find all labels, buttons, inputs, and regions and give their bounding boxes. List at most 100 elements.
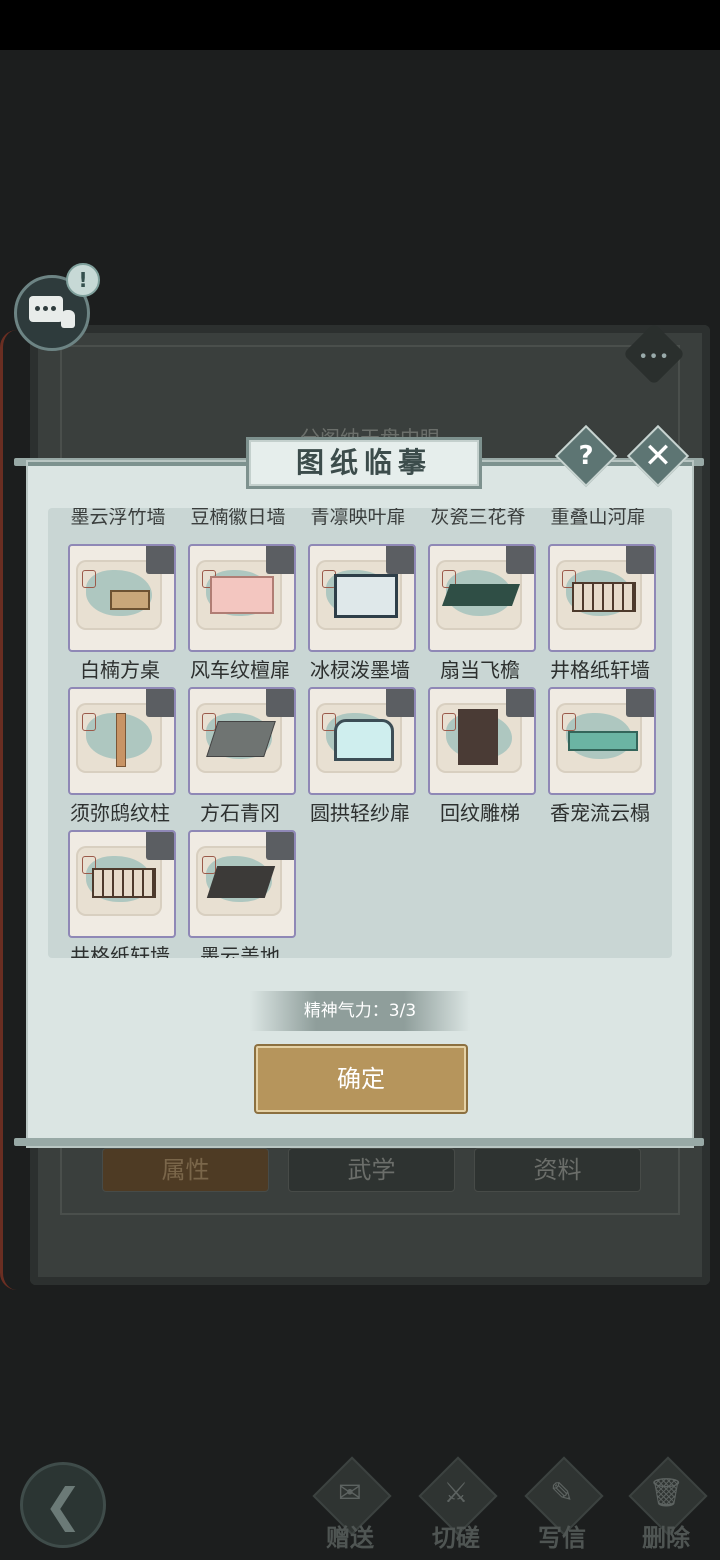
crossed-swords-icon: ⚔: [443, 1476, 469, 1509]
seal-stamp-icon: [442, 713, 456, 731]
seal-stamp-icon: [82, 713, 96, 731]
blueprint-card[interactable]: [428, 687, 536, 795]
card-corner-badge: [266, 546, 294, 574]
seal-stamp-icon: [202, 856, 216, 874]
blueprint-item-name: 回纹雕梯: [440, 801, 520, 825]
blueprint-item[interactable]: 井格纸轩墙: [548, 544, 656, 683]
flying-eave-roof-icon: [441, 584, 521, 606]
blueprint-card[interactable]: [308, 544, 416, 652]
blueprint-card[interactable]: [548, 687, 656, 795]
card-corner-badge: [266, 832, 294, 860]
blueprint-card[interactable]: [188, 544, 296, 652]
blueprint-item-name: 扇当飞檐: [440, 658, 520, 682]
gift-button[interactable]: ✉ 赠送: [306, 1456, 394, 1552]
blueprint-item[interactable]: 须弥鸱纹柱: [68, 687, 176, 826]
delete-label: 删除: [642, 1524, 690, 1552]
seal-stamp-icon: [562, 713, 576, 731]
card-corner-badge: [506, 546, 534, 574]
card-corner-badge: [386, 546, 414, 574]
blueprint-item[interactable]: 冰棂泼墨墙: [308, 544, 416, 683]
blueprint-item[interactable]: 香宠流云榻: [548, 687, 656, 826]
dialog-title: 图纸临摹: [295, 446, 432, 479]
blueprint-item[interactable]: 风车纹檀扉: [188, 544, 296, 683]
dark-floor-tile-icon: [206, 866, 276, 898]
blueprint-item[interactable]: 圆拱轻纱扉: [308, 687, 416, 826]
blueprint-card[interactable]: [428, 544, 536, 652]
blueprint-item[interactable]: 白楠方桌: [68, 544, 176, 683]
carved-stairs-icon: [458, 709, 498, 765]
notification-badge: !: [66, 263, 100, 297]
blueprint-item-name: 香宠流云榻: [550, 801, 650, 825]
write-letter-button[interactable]: ✎ 写信: [518, 1456, 606, 1552]
lattice-paper-wall-icon: [572, 582, 636, 612]
back-icon: ❮: [43, 1478, 83, 1532]
gift-label: 赠送: [326, 1524, 374, 1552]
list-item-name: 墨云浮竹墙: [70, 508, 166, 528]
card-corner-badge: [386, 689, 414, 717]
blueprint-card[interactable]: [68, 830, 176, 938]
write-letter-label: 写信: [538, 1524, 586, 1552]
help-icon: ?: [578, 441, 594, 471]
blueprint-card[interactable]: [188, 830, 296, 938]
card-corner-badge: [626, 689, 654, 717]
card-corner-badge: [146, 546, 174, 574]
blueprint-card[interactable]: [188, 687, 296, 795]
list-item-name: 青凛映叶扉: [310, 508, 406, 528]
card-corner-badge: [146, 689, 174, 717]
square-table-icon: [110, 590, 150, 610]
status-bar: [0, 0, 720, 50]
delete-button[interactable]: 🗑 删除: [622, 1456, 710, 1552]
blueprint-item-name: 方石青冈: [200, 801, 280, 825]
energy-counter: 精神气力：3/3: [250, 991, 470, 1031]
blueprint-item-name: 井格纸轩墙: [550, 658, 650, 682]
spar-label: 切磋: [432, 1524, 480, 1552]
blueprint-item-name: 须弥鸱纹柱: [70, 801, 170, 825]
blueprint-item[interactable]: 墨云盖地: [188, 830, 296, 958]
list-item-name: 豆楠徽日墙: [190, 508, 286, 528]
seal-stamp-icon: [202, 713, 216, 731]
panel-bottom-rail: [14, 1138, 704, 1146]
blueprint-item-name: 墨云盖地: [200, 944, 280, 958]
blueprint-item-name: 风车纹檀扉: [190, 658, 290, 682]
lattice-paper-wall-icon: [92, 868, 156, 898]
card-corner-badge: [266, 689, 294, 717]
stone-floor-tile-icon: [206, 721, 276, 757]
blueprint-item[interactable]: 扇当飞檐: [428, 544, 536, 683]
wine-jar-icon: [61, 310, 75, 328]
ink-wall-icon: [334, 574, 398, 618]
seal-stamp-icon: [82, 570, 96, 588]
blueprint-item[interactable]: 井格纸轩墙: [68, 830, 176, 958]
blueprint-item-name: 圆拱轻纱扉: [310, 801, 410, 825]
card-corner-badge: [626, 546, 654, 574]
tab-attributes[interactable]: 属性: [102, 1148, 269, 1192]
tab-martial-arts[interactable]: 武学: [288, 1148, 455, 1192]
back-button[interactable]: ❮: [20, 1462, 106, 1548]
spar-button[interactable]: ⚔ 切磋: [412, 1456, 500, 1552]
arched-gauze-door-icon: [334, 719, 394, 761]
blueprint-item-name: 冰棂泼墨墙: [310, 658, 410, 682]
red-cord-decoration: [0, 330, 17, 1290]
cloud-couch-icon: [568, 731, 638, 751]
letter-icon: ✎: [550, 1476, 574, 1509]
confirm-button[interactable]: 确定: [256, 1046, 466, 1112]
blueprint-card[interactable]: [68, 544, 176, 652]
previous-row-partial: 墨云浮竹墙 豆楠徽日墙 青凛映叶扉 灰瓷三花脊 重叠山河扉: [48, 508, 672, 532]
blueprint-item[interactable]: 方石青冈: [188, 687, 296, 826]
list-item-name: 重叠山河扉: [550, 508, 646, 528]
blueprint-card[interactable]: [548, 544, 656, 652]
trash-icon: 🗑: [648, 1476, 684, 1509]
blueprint-item-name: 白楠方桌: [80, 658, 160, 682]
blueprint-grid-scroll[interactable]: 墨云浮竹墙 豆楠徽日墙 青凛映叶扉 灰瓷三花脊 重叠山河扉 白楠方桌 风车纹檀扉冰…: [48, 508, 672, 958]
blueprint-card[interactable]: [308, 687, 416, 795]
tab-profile[interactable]: 资料: [474, 1148, 641, 1192]
blueprint-card[interactable]: [68, 687, 176, 795]
dialog-title-plaque: 图纸临摹: [246, 437, 482, 489]
blueprint-item[interactable]: 回纹雕梯: [428, 687, 536, 826]
blueprint-item-name: 井格纸轩墙: [70, 944, 170, 958]
list-item-name: 灰瓷三花脊: [430, 508, 526, 528]
pillar-icon: [116, 713, 126, 767]
close-icon: ✕: [643, 436, 673, 476]
scroll-gift-icon: ✉: [338, 1476, 362, 1509]
card-corner-badge: [146, 832, 174, 860]
card-corner-badge: [506, 689, 534, 717]
